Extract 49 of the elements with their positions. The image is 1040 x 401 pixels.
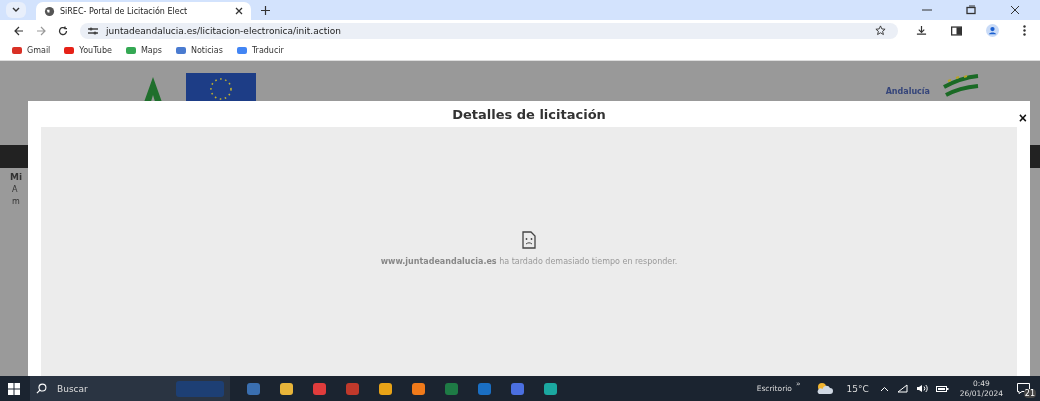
temperature-text: 15°C [846,383,869,394]
taskbar-app-icon[interactable] [412,382,425,395]
taskbar-app-icon[interactable] [313,382,326,395]
bookmark-link[interactable]: Maps [125,46,162,55]
taskbar-app-icon[interactable] [280,382,293,395]
close-button[interactable]: × [1018,111,1027,125]
modal-title: Detalles de licitación [452,106,606,122]
battery-icon[interactable] [935,384,949,393]
notification-count: 21 [1023,389,1036,398]
side-panel-icon[interactable] [951,25,962,36]
address-bar[interactable]: juntadeandalucia.es/licitacion-electronica/init.action [80,22,898,39]
reload-icon[interactable] [58,25,68,36]
swoosh-logo-icon [940,73,980,99]
error-message: www.juntadeandalucia.es ha tardado demasiado tiempo en responder. [380,257,678,266]
page-text: Mi [10,172,24,182]
tab-title: SiREC- Portal de Licitación Elect [60,6,189,16]
back-icon[interactable] [14,25,24,36]
windows-start-icon[interactable] [8,382,20,395]
bookmark-link[interactable]: Gmail [12,46,51,55]
tab-search-button[interactable] [6,2,26,18]
chevron-up-icon[interactable] [879,385,889,392]
url-text: juntadeandalucia.es/licitacion-electronica/init.action [106,25,341,36]
taskbar-search-field[interactable]: Buscar [55,382,159,395]
profile-icon[interactable] [986,24,999,37]
download-icon[interactable] [916,25,927,36]
logo-text: Andalucía [885,87,930,96]
site-settings-icon[interactable] [88,26,98,35]
page-text: A [12,185,19,194]
bookmark-link[interactable]: YouTube [64,46,112,55]
browser-tab[interactable]: SiREC- Portal de Licitación Elect [36,2,251,20]
globe-icon [44,5,55,17]
bookmark-link[interactable]: Traducir [236,46,284,55]
menu-icon[interactable] [1023,25,1026,36]
wifi-icon[interactable] [896,384,908,393]
page-text: m [12,197,21,206]
close-icon[interactable] [235,7,243,15]
taskbar-app-icon[interactable] [379,382,392,395]
bookmark-link[interactable]: Noticias [175,46,223,55]
close-icon[interactable] [1010,5,1020,15]
star-icon[interactable] [875,25,886,36]
taskbar-app-icon[interactable] [511,382,524,395]
speaker-icon[interactable] [915,384,928,393]
search-icon [36,383,47,394]
forward-icon[interactable] [36,25,46,36]
taskbar-app-icon[interactable] [544,382,557,395]
sad-page-icon [522,231,536,249]
new-tab-icon[interactable] [261,6,270,15]
chevron-down-icon [12,7,20,13]
restore-icon[interactable] [966,5,976,15]
